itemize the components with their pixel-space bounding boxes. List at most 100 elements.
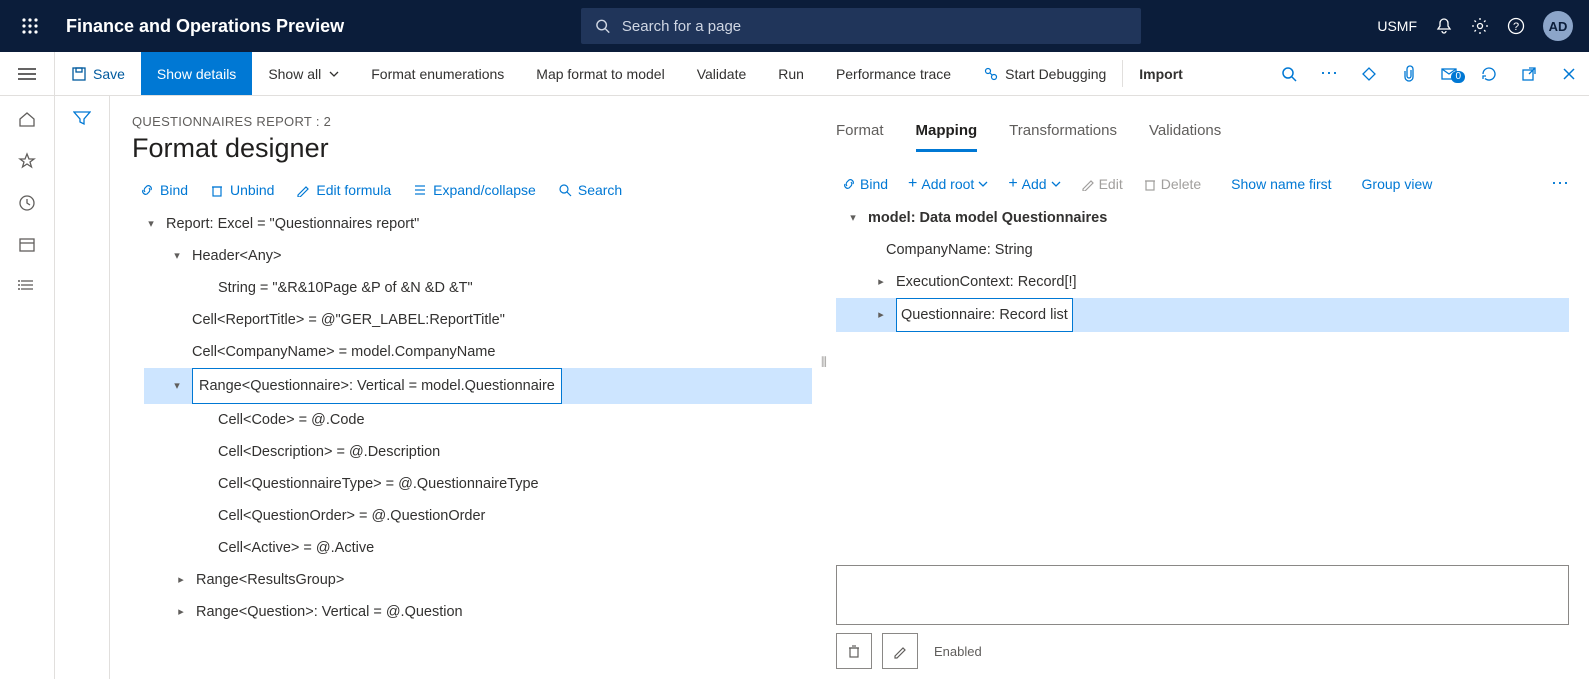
tree-node-cell-active[interactable]: Cell<Active> = @.Active (144, 532, 812, 564)
nav-toggle-icon[interactable] (0, 52, 55, 95)
tab-format[interactable]: Format (836, 116, 884, 152)
mapping-node-root[interactable]: ▾model: Data model Questionnaires (836, 202, 1569, 234)
refresh-icon[interactable] (1469, 65, 1509, 83)
recent-icon[interactable] (18, 194, 36, 212)
run-button[interactable]: Run (762, 52, 820, 95)
tab-mapping[interactable]: Mapping (916, 116, 978, 152)
tree-label: Range<Question>: Vertical = @.Question (196, 596, 463, 628)
splitter-handle[interactable]: ⫴ (812, 114, 836, 679)
expander-icon[interactable]: ▾ (144, 208, 158, 240)
bind-button[interactable]: Bind (140, 182, 188, 198)
tree-label: Header<Any> (192, 240, 281, 272)
mapping-node-exec-context[interactable]: ▸ExecutionContext: Record[!] (836, 266, 1569, 298)
tree-node-report-title[interactable]: Cell<ReportTitle> = @"GER_LABEL:ReportTi… (144, 304, 812, 336)
popout-icon[interactable] (1509, 66, 1549, 82)
formula-box[interactable] (836, 565, 1569, 625)
search-icon (595, 18, 610, 34)
tree-node-range-question[interactable]: ▸Range<Question>: Vertical = @.Question (144, 596, 812, 628)
expander-icon[interactable]: ▸ (174, 596, 188, 628)
performance-trace-button[interactable]: Performance trace (820, 52, 967, 95)
tree-node-header[interactable]: ▾Header<Any> (144, 240, 812, 272)
expand-collapse-label: Expand/collapse (433, 182, 536, 198)
tree-node-range-questionnaire[interactable]: ▾Range<Questionnaire>: Vertical = model.… (144, 368, 812, 404)
tree-node-cell-code[interactable]: Cell<Code> = @.Code (144, 404, 812, 436)
expand-collapse-button[interactable]: Expand/collapse (413, 182, 536, 198)
search-wrap (344, 8, 1377, 44)
start-debugging-button[interactable]: Start Debugging (967, 52, 1122, 95)
expander-icon[interactable]: ▾ (170, 370, 184, 402)
debug-icon (983, 66, 999, 82)
group-view-button[interactable]: Group view (1362, 176, 1433, 192)
expander-icon[interactable]: ▸ (174, 564, 188, 596)
tree-node-root[interactable]: ▾Report: Excel = "Questionnaires report" (144, 208, 812, 240)
tree-node-company-name[interactable]: Cell<CompanyName> = model.CompanyName (144, 336, 812, 368)
show-details-button[interactable]: Show details (141, 52, 252, 95)
favorite-icon[interactable] (18, 152, 36, 170)
add-button[interactable]: + Add (1008, 175, 1060, 193)
show-all-button[interactable]: Show all (252, 52, 355, 95)
modules-icon[interactable] (18, 278, 36, 292)
tree-node-range-results[interactable]: ▸Range<ResultsGroup> (144, 564, 812, 596)
validate-button[interactable]: Validate (681, 52, 763, 95)
company-label[interactable]: USMF (1377, 18, 1417, 34)
mapping-node-questionnaire[interactable]: ▸Questionnaire: Record list (836, 298, 1569, 332)
trash-icon (210, 183, 224, 197)
enabled-label: Enabled (934, 644, 982, 659)
tab-transformations[interactable]: Transformations (1009, 116, 1117, 152)
gear-icon[interactable] (1471, 17, 1489, 35)
edit-formula-button[interactable]: Edit formula (296, 182, 391, 198)
expander-icon[interactable]: ▸ (874, 299, 888, 331)
unbind-button[interactable]: Unbind (210, 182, 274, 198)
close-icon[interactable] (1549, 67, 1589, 81)
add-label: Add (1022, 176, 1047, 192)
right-tabs: Format Mapping Transformations Validatio… (836, 114, 1569, 153)
right-more-icon[interactable]: ⋯ (1551, 173, 1569, 194)
related-icon[interactable] (1349, 65, 1389, 83)
tree-label: Cell<Active> = @.Active (218, 532, 374, 564)
tab-validations[interactable]: Validations (1149, 116, 1221, 152)
mapping-label: ExecutionContext: Record[!] (896, 266, 1077, 298)
map-format-button[interactable]: Map format to model (520, 52, 680, 95)
filter-icon[interactable] (73, 110, 91, 679)
expander-icon[interactable]: ▾ (170, 240, 184, 272)
search-input[interactable] (622, 18, 1127, 35)
mapping-bind-button[interactable]: Bind (842, 176, 888, 192)
save-button[interactable]: Save (55, 52, 141, 95)
expander-icon[interactable]: ▸ (874, 266, 888, 298)
tree-label: Cell<QuestionOrder> = @.QuestionOrder (218, 500, 485, 532)
left-toolbar: Bind Unbind Edit formula Expand/collapse… (132, 164, 812, 208)
top-header: Finance and Operations Preview USMF ? AD (0, 0, 1589, 52)
search-box[interactable] (581, 8, 1141, 44)
add-root-button[interactable]: +Add root (908, 175, 988, 193)
workspaces-icon[interactable] (18, 236, 36, 254)
expander-icon[interactable]: ▾ (846, 202, 860, 234)
more-actions-icon[interactable]: ⋯ (1309, 63, 1349, 84)
save-label: Save (93, 66, 125, 82)
format-enumerations-button[interactable]: Format enumerations (355, 52, 520, 95)
import-button[interactable]: Import (1123, 52, 1199, 95)
show-name-first-button[interactable]: Show name first (1231, 176, 1331, 192)
right-pane: Format Mapping Transformations Validatio… (836, 114, 1589, 679)
home-icon[interactable] (18, 110, 36, 128)
trash-icon (846, 643, 862, 659)
tree-node-cell-description[interactable]: Cell<Description> = @.Description (144, 436, 812, 468)
help-icon[interactable]: ? (1507, 17, 1525, 35)
avatar[interactable]: AD (1543, 11, 1573, 41)
tree-node-cell-qtype[interactable]: Cell<QuestionnaireType> = @.Questionnair… (144, 468, 812, 500)
mapping-node-company[interactable]: CompanyName: String (836, 234, 1569, 266)
attachments-icon[interactable] (1389, 65, 1429, 83)
delete-formula-button[interactable] (836, 633, 872, 669)
edit-formula-button-bottom[interactable] (882, 633, 918, 669)
tree-label: String = "&R&10Page &P of &N &D &T" (218, 272, 473, 304)
tree-search-button[interactable]: Search (558, 182, 622, 198)
edit-button: Edit (1081, 176, 1123, 192)
search-command-icon[interactable] (1269, 66, 1309, 82)
app-launcher-icon[interactable] (10, 17, 50, 35)
tree-node-cell-qorder[interactable]: Cell<QuestionOrder> = @.QuestionOrder (144, 500, 812, 532)
notification-icon[interactable] (1435, 17, 1453, 35)
messages-icon[interactable]: 0 (1429, 65, 1469, 83)
tree-node-header-string[interactable]: String = "&R&10Page &P of &N &D &T" (144, 272, 812, 304)
link-icon (842, 177, 856, 191)
plus-icon: + (1008, 175, 1017, 193)
left-pane: QUESTIONNAIRES REPORT : 2 Format designe… (132, 114, 812, 679)
